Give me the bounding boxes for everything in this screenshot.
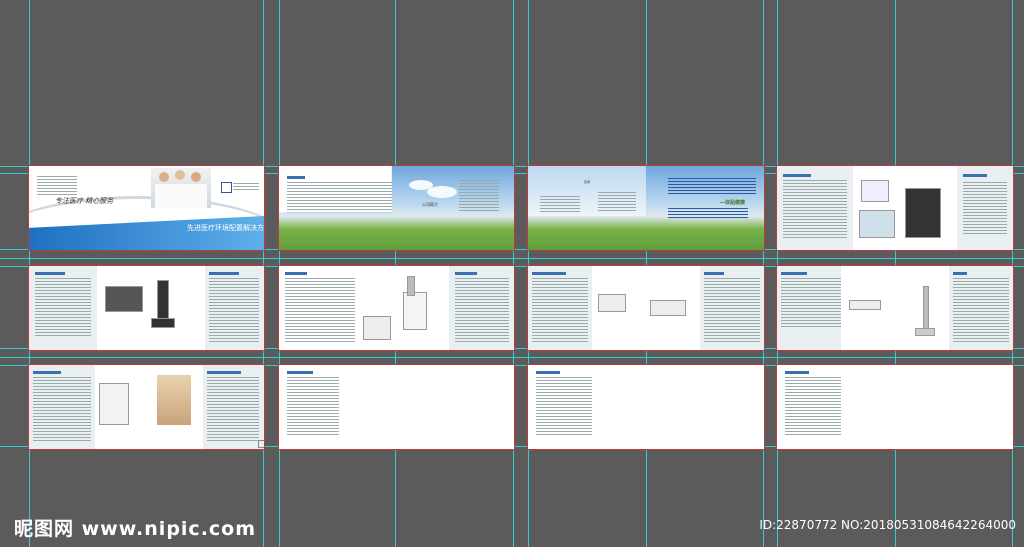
spread-device-6[interactable] [28,364,265,450]
site-watermark: 昵图网 www.nipic.com [14,518,257,540]
cover-spread[interactable]: 专注医疗 精心服务 LASER HOSPITAL 先进医疗环境配置解决方案 [28,165,265,251]
spread-device-2[interactable] [28,265,265,351]
spread-intro[interactable]: 公司简介 [278,165,515,251]
spread-device-1[interactable] [776,165,1014,251]
blank-spread-1[interactable] [278,364,515,450]
doctors-photo [151,168,211,208]
page-marker [258,440,264,448]
spread-device-3[interactable] [278,265,515,351]
spread-device-5[interactable] [776,265,1014,351]
company-logo [221,182,261,194]
cover-subtitle: 先进医疗环境配置解决方案 [187,224,264,232]
tagline: —体贴健康 [720,200,746,206]
spread-device-4[interactable] [527,265,765,351]
intro-label: 公司简介 [422,202,438,207]
image-id-watermark: ID:22870772 NO:20180531084642264000 [759,518,1016,532]
blank-spread-3[interactable] [776,364,1014,450]
cover-small-heading: LASER HOSPITAL [210,213,244,218]
cover-slogan: 专注医疗 精心服务 [55,197,114,205]
smiling-woman-photo [157,375,191,425]
toc-title: 目录 [584,180,591,184]
blank-spread-2[interactable] [527,364,765,450]
spread-toc[interactable]: 目录 —体贴健康 [527,165,765,251]
contact-text [37,176,77,196]
